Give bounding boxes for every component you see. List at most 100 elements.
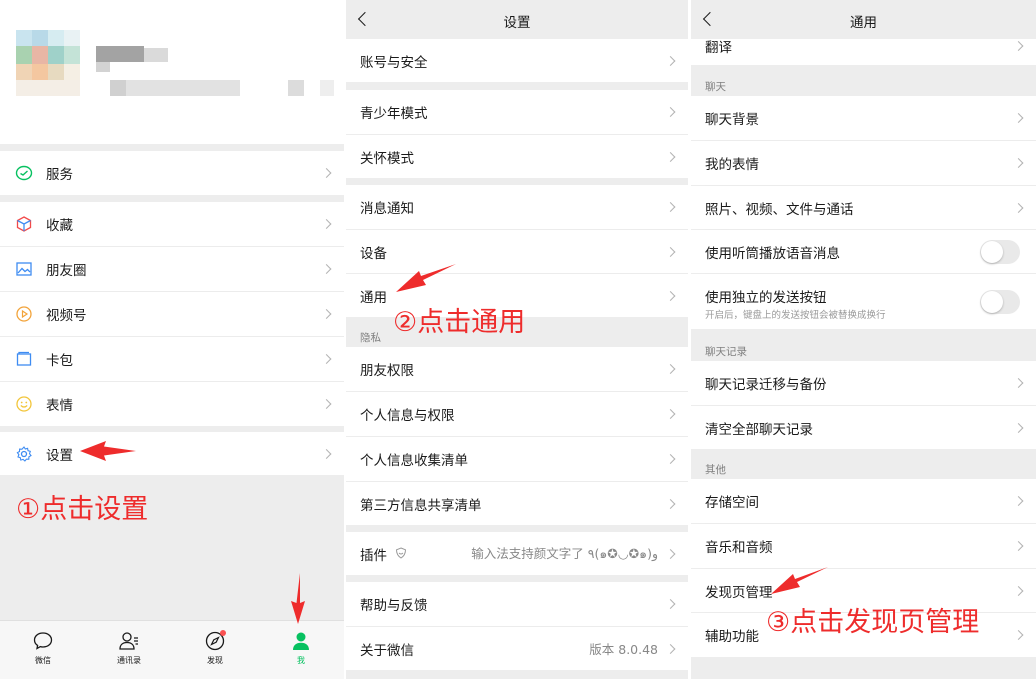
settings-item-label: 朋友权限 <box>360 363 414 379</box>
card-wallet-icon <box>16 351 32 366</box>
chevron-right-icon <box>321 168 332 178</box>
general-item-label: 清空全部聊天记录 <box>705 421 813 438</box>
chevron-right-icon <box>665 246 676 257</box>
tab-label: 微信 <box>35 656 51 665</box>
settings-item-friend-permissions[interactable]: 朋友权限 <box>346 347 688 391</box>
chevron-right-icon <box>1013 40 1024 51</box>
settings-item-info-collection[interactable]: 个人信息收集清单 <box>346 437 688 481</box>
settings-header: 设置 <box>346 0 688 39</box>
general-item-chat-background[interactable]: 聊天背景 <box>691 96 1036 140</box>
general-item-label: 使用独立的发送按钮 <box>705 290 827 306</box>
menu-item-stickers[interactable]: 表情 <box>0 382 344 426</box>
menu-item-label: 卡包 <box>46 353 73 369</box>
general-page: 翻译 通用 聊天 聊天背景 我的表情 照片、视频、文件与通话 使用听筒播放语音消… <box>691 0 1036 679</box>
menu-item-settings[interactable]: 设置 <box>0 432 344 475</box>
annotation-step-1: ①点击设置 <box>16 494 149 525</box>
general-item-media-calls[interactable]: 照片、视频、文件与通话 <box>691 186 1036 229</box>
menu-item-service[interactable]: 服务 <box>0 151 344 195</box>
settings-item-account[interactable]: 账号与安全 <box>346 39 688 82</box>
tab-contacts[interactable]: 通讯录 <box>86 621 172 679</box>
settings-item-notifications[interactable]: 消息通知 <box>346 185 688 229</box>
settings-item-label: 账号与安全 <box>360 54 428 71</box>
section-label-chat-history: 聊天记录 <box>705 346 747 358</box>
plugins-status-text: 输入法支持颜文字了 ٩(๑✪◡✪๑)و <box>471 546 658 561</box>
tab-label: 通讯录 <box>117 656 141 665</box>
general-item-storage[interactable]: 存储空间 <box>691 479 1036 523</box>
menu-item-label: 设置 <box>46 447 73 464</box>
chevron-right-icon <box>321 219 332 229</box>
annotation-step-3: ③点击发现页管理 <box>766 607 980 638</box>
chevron-right-icon <box>665 599 676 609</box>
settings-item-care-mode[interactable]: 关怀模式 <box>346 135 688 178</box>
general-item-my-stickers[interactable]: 我的表情 <box>691 141 1036 185</box>
send-button-toggle[interactable] <box>980 289 1020 314</box>
menu-item-channels[interactable]: 视频号 <box>0 292 344 336</box>
menu-item-favorites[interactable]: 收藏 <box>0 202 344 246</box>
tab-label: 我 <box>297 656 305 665</box>
menu-item-label: 服务 <box>46 167 73 183</box>
profile-card[interactable] <box>0 0 344 144</box>
page-title: 设置 <box>503 15 531 31</box>
general-item-label: 我的表情 <box>705 157 759 173</box>
chevron-right-icon <box>665 55 676 66</box>
chevron-right-icon <box>665 151 676 162</box>
chevron-right-icon <box>665 107 676 117</box>
chevron-right-icon <box>321 264 332 274</box>
general-item-label: 辅助功能 <box>705 629 759 645</box>
settings-item-label: 消息通知 <box>360 201 414 217</box>
moments-icon <box>16 262 32 276</box>
general-item-music-audio[interactable]: 音乐和音频 <box>691 524 1036 568</box>
general-item-label: 音乐和音频 <box>705 540 773 556</box>
general-item-clear-history[interactable]: 清空全部聊天记录 <box>691 406 1036 449</box>
settings-item-label: 设备 <box>360 245 387 262</box>
settings-item-label: 第三方信息共享清单 <box>360 497 482 514</box>
menu-item-label: 表情 <box>46 398 73 414</box>
earpiece-toggle[interactable] <box>980 239 1020 264</box>
settings-item-help-feedback[interactable]: 帮助与反馈 <box>346 582 688 626</box>
chevron-right-icon <box>1013 630 1024 640</box>
general-item-migrate-backup[interactable]: 聊天记录迁移与备份 <box>691 361 1036 405</box>
chevron-right-icon <box>665 454 676 464</box>
favorites-icon <box>16 216 32 232</box>
general-item-earpiece-playback[interactable]: 使用听筒播放语音消息 <box>691 230 1036 273</box>
chevron-right-icon <box>1013 113 1024 123</box>
chevron-right-icon <box>665 364 676 374</box>
discover-icon <box>205 630 226 651</box>
chevron-right-icon <box>665 409 676 419</box>
chevron-right-icon <box>321 399 332 409</box>
settings-item-third-party-sharing[interactable]: 第三方信息共享清单 <box>346 482 688 525</box>
general-item-separate-send-button[interactable]: 使用独立的发送按钮 开启后，键盘上的发送按钮会被替换成换行 <box>691 274 1036 329</box>
settings-item-about[interactable]: 关于微信 版本 8.0.48 <box>346 627 688 670</box>
chevron-right-icon <box>665 290 676 301</box>
avatar[interactable] <box>16 30 80 96</box>
me-icon <box>293 632 309 650</box>
tab-me[interactable]: 我 <box>258 621 344 679</box>
tab-chats[interactable]: 微信 <box>0 621 86 679</box>
contacts-icon <box>119 632 138 650</box>
chevron-right-icon <box>1013 378 1024 388</box>
settings-item-devices[interactable]: 设备 <box>346 230 688 273</box>
settings-item-label: 通用 <box>360 289 387 306</box>
chevron-right-icon <box>321 309 332 319</box>
chevron-right-icon <box>665 498 676 509</box>
chevron-right-icon <box>1013 158 1024 168</box>
chevron-right-icon <box>321 448 332 459</box>
chevron-right-icon <box>321 354 332 364</box>
settings-item-personal-info[interactable]: 个人信息与权限 <box>346 392 688 436</box>
settings-item-teen-mode[interactable]: 青少年模式 <box>346 90 688 134</box>
me-page: 服务 收藏 朋友圈 视频号 卡包 表情 设置 ①点击设置 微信 通讯录 发现 我 <box>0 0 344 679</box>
menu-item-label: 视频号 <box>46 308 87 324</box>
tab-label: 发现 <box>207 656 223 665</box>
general-item-label: 照片、视频、文件与通话 <box>705 201 854 218</box>
bottom-tab-bar: 微信 通讯录 发现 我 <box>0 620 344 679</box>
tab-discover[interactable]: 发现 <box>172 621 258 679</box>
menu-item-card-wallet[interactable]: 卡包 <box>0 337 344 381</box>
menu-item-label: 收藏 <box>46 218 73 234</box>
settings-item-label: 个人信息收集清单 <box>360 453 468 469</box>
settings-item-plugins[interactable]: 插件 输入法支持颜文字了 ٩(๑✪◡✪๑)و <box>346 532 688 575</box>
chevron-right-icon <box>1013 585 1024 596</box>
menu-item-moments[interactable]: 朋友圈 <box>0 247 344 291</box>
annotation-step-2: ②点击通用 <box>393 307 526 338</box>
menu-item-label: 朋友圈 <box>46 263 87 279</box>
settings-item-label: 关怀模式 <box>360 150 414 167</box>
